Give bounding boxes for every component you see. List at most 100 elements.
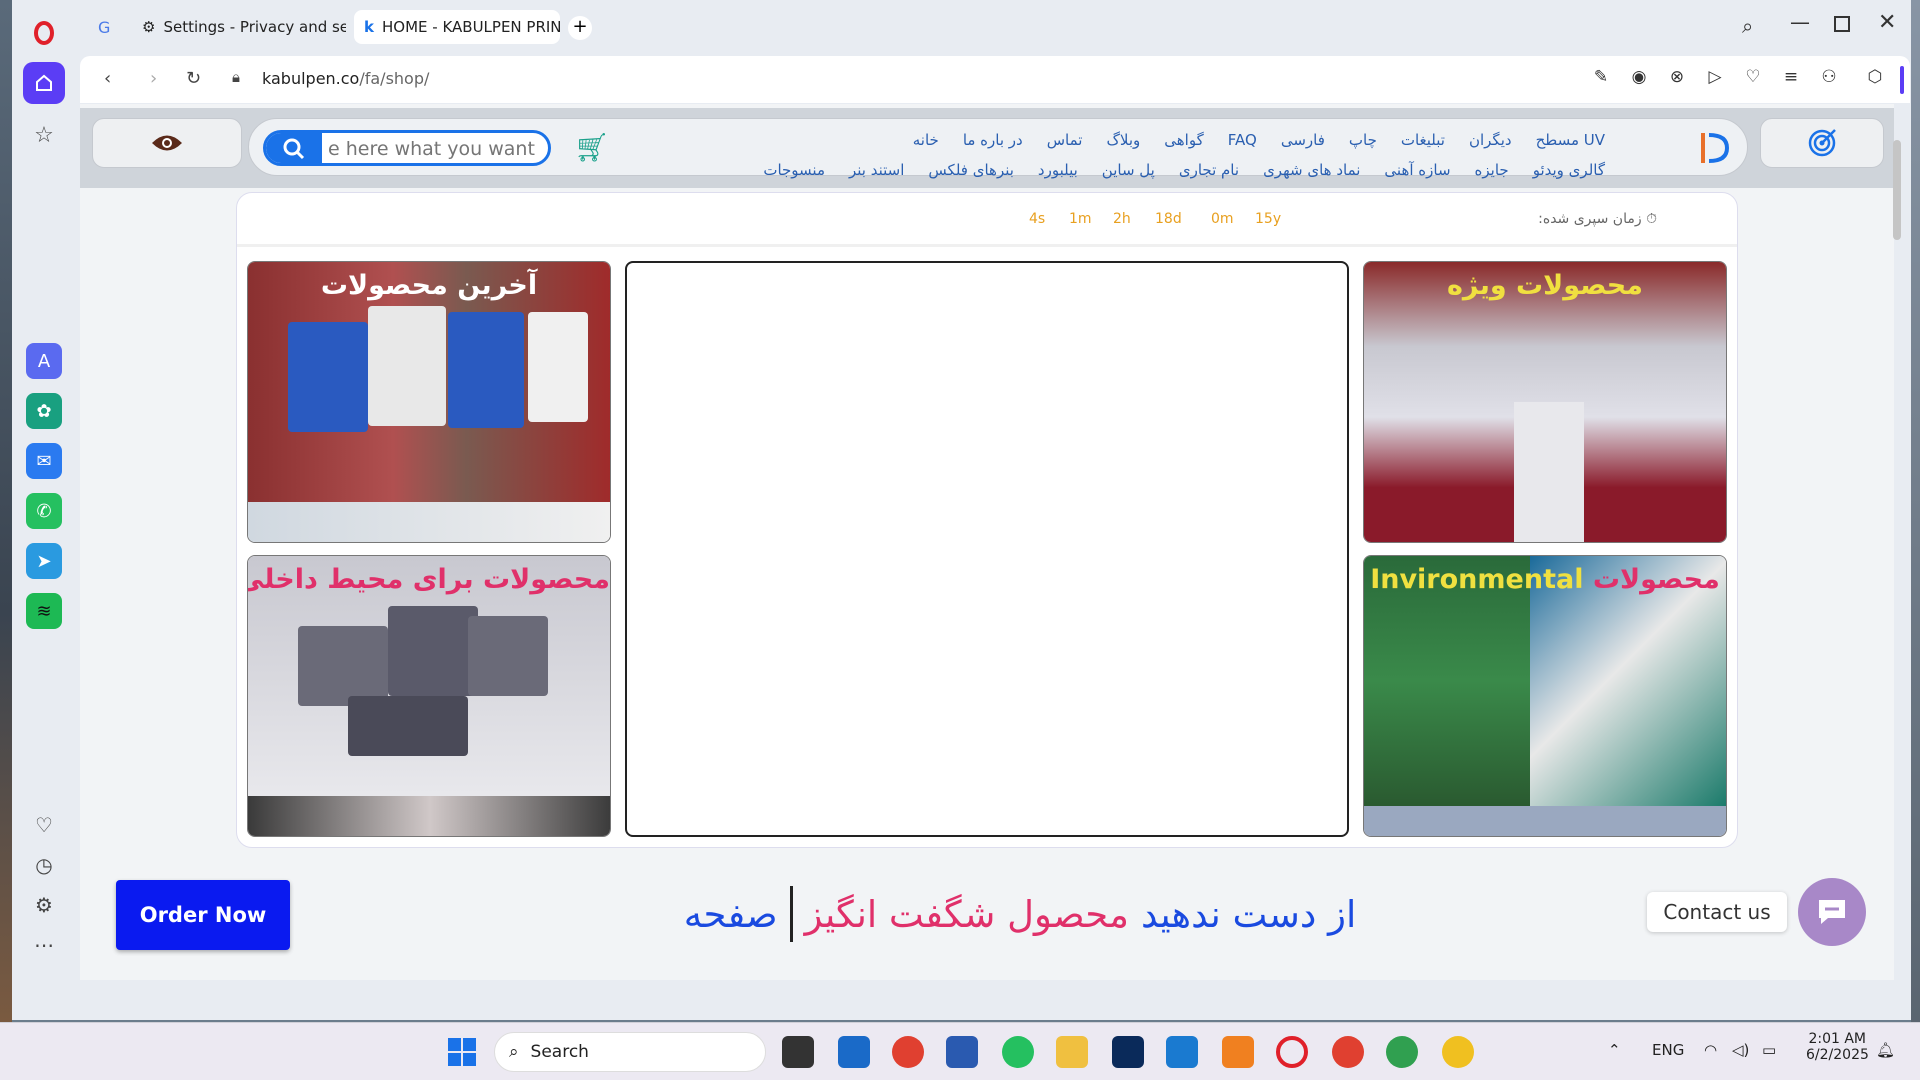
close-button[interactable]: ✕ [1878,10,1896,35]
spotify-icon[interactable]: ≋ [26,593,62,629]
menu-item[interactable]: گواهی [1164,131,1203,149]
menu-item[interactable]: UV مسطح [1536,131,1605,149]
chrome-profile-icon[interactable] [1386,1036,1418,1068]
outlook-icon[interactable] [838,1036,870,1068]
forward-icon[interactable]: › [150,68,157,89]
main-menu: 🛒︎ خانه در باره ما تماس وبلاگ گواهی FAQ فارسی چ… [248,118,1748,179]
box-item [348,696,468,756]
whatsapp-icon[interactable]: ✆ [26,493,62,529]
opera-icon[interactable] [1276,1036,1308,1068]
heart-icon[interactable]: ♡ [23,804,65,846]
menu-item[interactable]: منسوجات [763,161,825,179]
task-view-icon[interactable] [782,1036,814,1068]
aria-icon[interactable]: A [26,343,62,379]
chrome-profile-icon[interactable] [1442,1036,1474,1068]
page-scrollbar[interactable] [1891,118,1903,978]
tagline-part3: صفحه [683,892,778,936]
easy-setup-icon[interactable]: ≡ [1780,67,1802,89]
telegram-icon[interactable]: ➤ [26,543,62,579]
accessibility-button[interactable] [92,118,242,168]
indoor-products-card[interactable]: محصولات برای محیط داخلی [247,555,611,837]
play-icon[interactable]: ▷ [1704,67,1726,89]
home-icon[interactable] [23,62,65,104]
chevron-up-icon[interactable]: ⌃ [1608,1041,1621,1059]
scrollbar-thumb[interactable] [1893,140,1901,240]
settings-icon[interactable]: ⚙ [23,884,65,926]
chrome-icon[interactable] [892,1036,924,1068]
back-icon[interactable]: ‹ [104,68,111,89]
camera-icon[interactable]: ◉ [1628,67,1650,89]
new-tab-button[interactable]: + [568,16,592,40]
menu-item[interactable]: FAQ [1228,131,1257,149]
reload-icon[interactable]: ↻ [186,68,201,89]
cart-icon[interactable]: 🛒︎ [574,131,610,164]
profile-icon[interactable]: ⚇ [1818,67,1840,89]
taskbar-search[interactable]: ⌕ Search [494,1032,766,1072]
vlc-icon[interactable] [1222,1036,1254,1068]
target-button[interactable] [1760,118,1884,168]
box-item [468,616,548,696]
menu-item[interactable]: گالری ویدئو [1533,161,1605,179]
menu-item[interactable]: استند بنر [849,161,904,179]
language-indicator[interactable]: ENG [1652,1041,1684,1059]
opera-logo-icon[interactable] [23,12,65,54]
menu-item[interactable]: سازه آهنی [1384,161,1450,179]
menu-item[interactable]: نماد های شهری [1263,161,1360,179]
menu-item[interactable]: پل ساین [1102,161,1155,179]
messenger-icon[interactable]: ✉ [26,443,62,479]
search-input[interactable] [328,137,548,161]
contact-us-label[interactable]: Contact us [1647,892,1787,932]
chrome-profile-icon[interactable] [1332,1036,1364,1068]
order-now-button[interactable]: Order Now [116,880,290,950]
menu-item[interactable]: جایزه [1475,161,1509,179]
menu-item[interactable]: چاپ [1349,131,1377,149]
file-explorer-icon[interactable] [1056,1036,1088,1068]
tab-settings[interactable]: ⚙ Settings - Privacy and security [132,10,346,44]
history-icon[interactable]: ◷ [23,844,65,886]
word-icon[interactable] [946,1036,978,1068]
battery-icon[interactable]: ▭ [1762,1041,1776,1059]
minimize-button[interactable]: — [1790,10,1810,34]
tab-translate[interactable]: G [88,10,124,44]
featured-products-card[interactable]: محصولات ویژه [1363,261,1727,543]
vscode-icon[interactable] [1166,1036,1198,1068]
kabulpen-logo[interactable] [1695,131,1735,165]
menu-item[interactable]: تماس [1047,131,1083,149]
box-item [388,606,478,696]
search-button[interactable] [266,133,322,163]
featured-slider[interactable] [625,261,1349,837]
menu-item[interactable]: بیلبورد [1038,161,1078,179]
menu-item[interactable]: خانه [913,131,939,149]
photoshop-icon[interactable] [1112,1036,1144,1068]
menu-item[interactable]: نام تجاری [1179,161,1239,179]
menu-item[interactable]: بنرهای فلکس [928,161,1014,179]
sidebar-toggle-icon[interactable] [1900,66,1904,94]
menu-item[interactable]: دیگران [1469,131,1512,149]
clock[interactable]: 2:01 AM 6/2/2025 [1806,1031,1869,1063]
more-icon[interactable]: ⋯ [23,924,65,966]
tab-kabulpen[interactable]: k HOME - KABULPEN PRINTING [354,10,560,44]
maximize-button[interactable] [1834,16,1850,32]
latest-products-card[interactable]: آخرین محصولات [247,261,611,543]
notification-icon[interactable]: 🔔︎ [1876,1041,1895,1059]
environmental-products-card[interactable]: Invironmental محصولات [1363,555,1727,837]
whatsapp-icon[interactable] [1002,1036,1034,1068]
edit-icon[interactable]: ✎ [1590,67,1612,89]
volume-icon[interactable]: ◁) [1732,1041,1749,1059]
adblock-icon[interactable]: ⊗ [1666,67,1688,89]
typing-cursor [789,886,793,942]
menu-item[interactable]: فارسی [1281,131,1325,149]
menu-item[interactable]: در باره ما [963,131,1023,149]
timer-minutes: 1m [1069,211,1092,227]
heart-icon[interactable]: ♡ [1742,67,1764,89]
contact-button[interactable] [1798,878,1866,946]
star-icon[interactable]: ☆ [23,114,65,156]
url-field[interactable]: kabulpen.co/fa/shop/ [262,69,429,88]
start-button[interactable] [446,1036,478,1068]
menu-item[interactable]: تبلیغات [1401,131,1445,149]
wifi-icon[interactable]: ◠ [1704,1041,1717,1059]
menu-item[interactable]: وبلاگ [1106,131,1140,149]
search-tabs-icon[interactable]: ⌕ [1742,14,1753,38]
chatgpt-icon[interactable]: ✿ [26,393,62,429]
extensions-icon[interactable]: ⬡ [1864,67,1886,89]
